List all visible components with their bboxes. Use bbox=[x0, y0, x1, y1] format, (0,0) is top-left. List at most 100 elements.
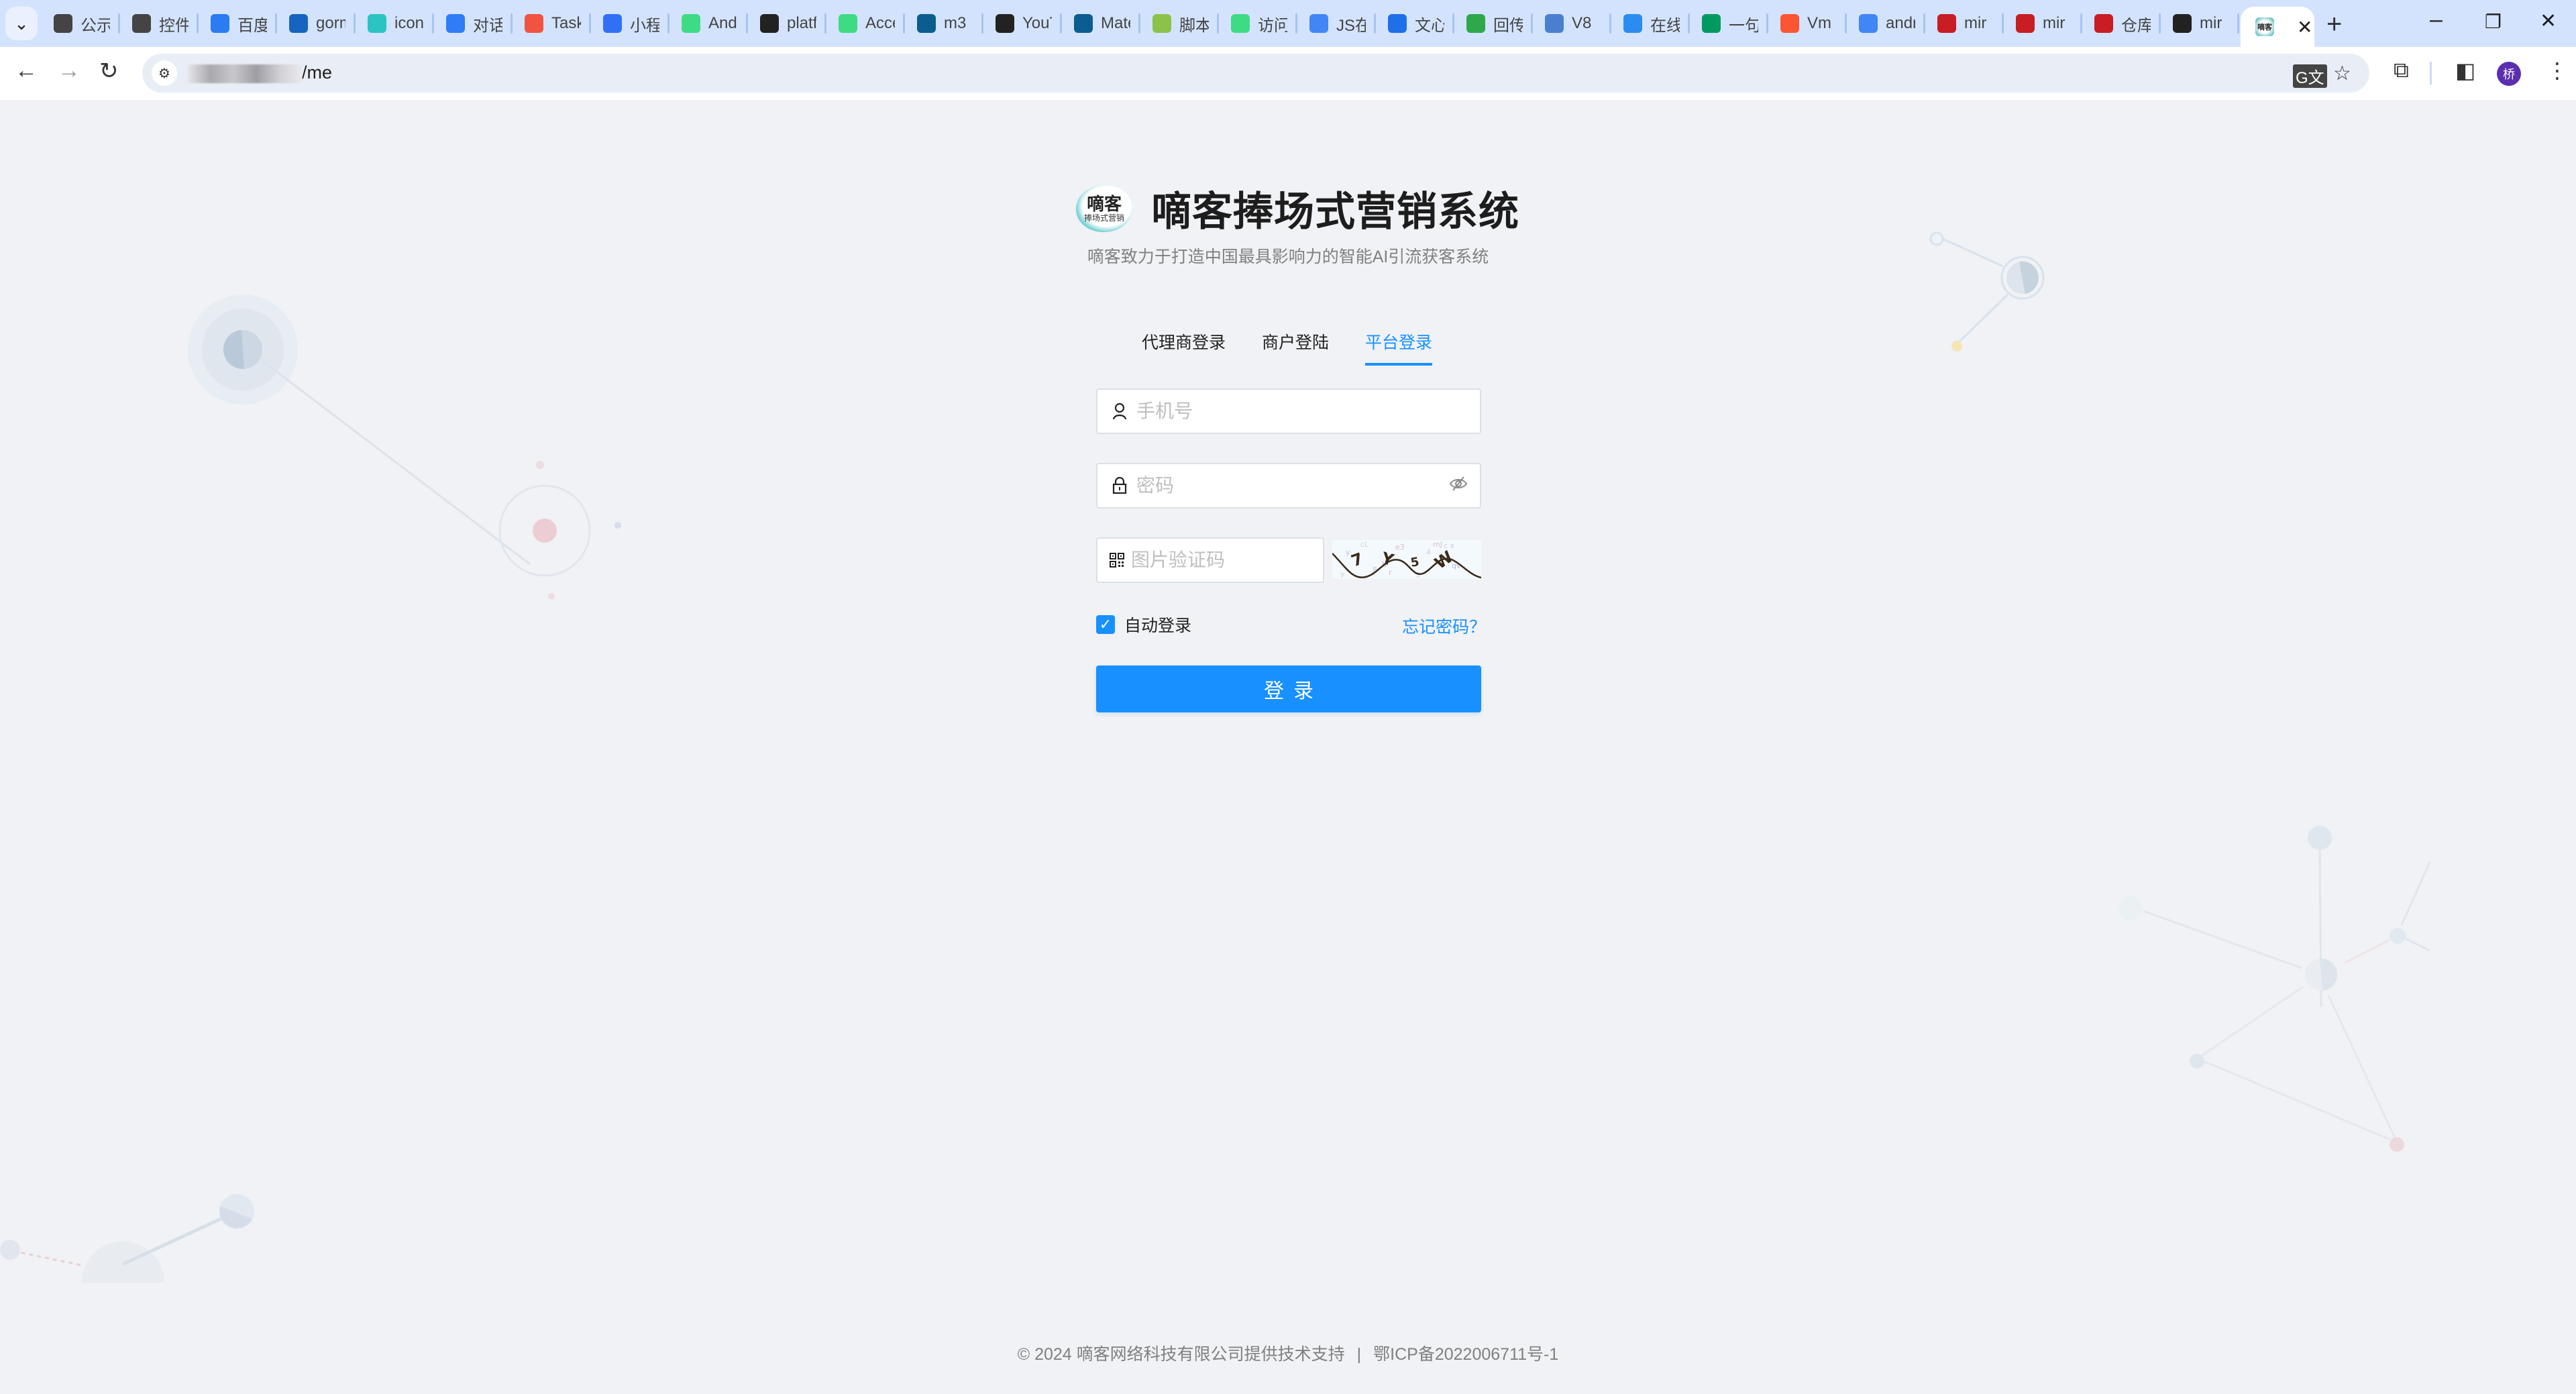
svg-text:cL: cL bbox=[1360, 540, 1369, 549]
doc-icon bbox=[603, 14, 622, 33]
footer-copyright: © 2024 嘀客网络科技有限公司提供技术支持 bbox=[1017, 1345, 1345, 1364]
browser-tab[interactable]: 公示 bbox=[42, 0, 120, 47]
auto-login[interactable]: ✓ 自动登录 bbox=[1096, 612, 1191, 637]
address-bar[interactable]: ⚙ /me G文 ☆ bbox=[142, 54, 2369, 93]
browser-tab[interactable]: 回传 bbox=[1454, 0, 1533, 47]
browser-tab[interactable]: 一句 bbox=[1690, 0, 1768, 47]
browser-tab-title: 百度翻译 bbox=[237, 16, 267, 35]
bookmark-star-icon[interactable]: ☆ bbox=[2333, 62, 2351, 85]
browser-tab[interactable]: YouTube bbox=[983, 0, 1062, 47]
browser-tab[interactable]: Task bbox=[513, 0, 591, 47]
browser-tab-title: Task bbox=[551, 14, 581, 32]
browser-tab[interactable]: Accessibility bbox=[826, 0, 905, 47]
browser-tab-title: mir bbox=[2200, 14, 2222, 32]
qrcode-icon bbox=[1110, 553, 1124, 568]
material-icon bbox=[917, 14, 936, 33]
eye-off-icon[interactable] bbox=[1449, 476, 1468, 496]
browser-tab[interactable]: mir bbox=[2004, 0, 2082, 47]
captcha-field bbox=[1096, 537, 1375, 583]
phone-field bbox=[1096, 388, 1481, 434]
auto-login-label: 自动登录 bbox=[1124, 616, 1192, 635]
captcha-noise: ycL be3 4mJ c xqv yr 58 7 Y 5 W bbox=[1332, 540, 1481, 579]
address-url[interactable]: /me bbox=[188, 62, 332, 83]
restore-button[interactable]: ❐ bbox=[2485, 11, 2502, 33]
forward-button[interactable]: → bbox=[58, 58, 80, 84]
brand-header: 嘀客 捧场式营销 嘀客捧场式营销系统 bbox=[1076, 179, 1519, 237]
browser-tab-title: mir bbox=[1964, 14, 1987, 32]
browser-tab-title: 文心 bbox=[1415, 16, 1444, 35]
captcha-char: 5 bbox=[1409, 555, 1420, 570]
browser-tab[interactable]: V8 bbox=[1533, 0, 1611, 47]
browser-tab[interactable]: 文心 bbox=[1376, 0, 1454, 47]
browser-tab[interactable]: m3 bbox=[905, 0, 983, 47]
footer-icp-link[interactable]: 鄂ICP备2022006711号-1 bbox=[1373, 1345, 1558, 1364]
captcha-image[interactable]: y cL b e3 4 mJ c x qv yr 58 7 Y 5 W bbox=[1332, 540, 1481, 579]
browser-tab[interactable]: mir bbox=[2161, 0, 2239, 47]
browser-tab-title: 控件 bbox=[159, 16, 189, 35]
gitee-icon bbox=[1937, 14, 1956, 33]
new-tab-button[interactable]: + bbox=[2326, 9, 2342, 40]
browser-tab-title: 对话 bbox=[473, 16, 502, 35]
deer-icon bbox=[1466, 14, 1485, 33]
browser-tab[interactable]: 对话 bbox=[434, 0, 513, 47]
browser-tab-title: JS在线 bbox=[1336, 16, 1366, 35]
tab-search-button[interactable]: ⌄ bbox=[5, 7, 38, 40]
android-icon bbox=[839, 14, 857, 33]
dike-logo-icon: 嘀客 bbox=[2255, 17, 2274, 36]
tab-close-button[interactable]: ✕ bbox=[2297, 16, 2312, 38]
browser-tab[interactable]: iconfont bbox=[356, 0, 434, 47]
tab-active[interactable]: 嘀客 ✕ bbox=[2241, 7, 2314, 47]
sf-icon bbox=[1702, 14, 1721, 33]
browser-tab[interactable]: 控件 bbox=[120, 0, 199, 47]
browser-tab[interactable]: 脚本 bbox=[1140, 0, 1219, 47]
profile-avatar[interactable]: 桥 bbox=[2497, 62, 2521, 86]
forgot-password-link[interactable]: 忘记密码？ bbox=[1402, 614, 1486, 638]
phone-input[interactable] bbox=[1135, 400, 1480, 423]
logo-text-secondary: 捧场式营销 bbox=[1083, 213, 1124, 223]
browser-tab-title: 脚本 bbox=[1179, 16, 1209, 35]
browser-tab[interactable]: mir bbox=[1925, 0, 2004, 47]
browser-tab-title: m3 bbox=[944, 14, 967, 32]
browser-tab-title: 访问 bbox=[1258, 16, 1287, 35]
password-input[interactable] bbox=[1135, 474, 1449, 497]
browser-tab-title: 小程序 bbox=[630, 16, 659, 35]
close-window-button[interactable]: ✕ bbox=[2540, 9, 2557, 33]
browser-tab-title: YouTube bbox=[1022, 14, 1052, 32]
footer-separator: | bbox=[1356, 1345, 1362, 1364]
captcha-char: Y bbox=[1379, 548, 1396, 570]
browser-tab[interactable]: platform bbox=[748, 0, 826, 47]
menu-kebab-icon[interactable]: ⋮ bbox=[2546, 58, 2568, 83]
browser-tab[interactable]: Android bbox=[669, 0, 748, 47]
browser-tab[interactable]: gorm bbox=[277, 0, 356, 47]
back-button[interactable]: ← bbox=[15, 58, 38, 84]
browser-tab[interactable]: Vm bbox=[1768, 0, 1847, 47]
auto-login-checkbox[interactable]: ✓ bbox=[1096, 615, 1115, 634]
login-page: 嘀客 捧场式营销 嘀客捧场式营销系统 嘀客致力于打造中国最具影响力的智能AI引流… bbox=[0, 100, 2576, 1394]
browser-tab[interactable]: android bbox=[1847, 0, 1925, 47]
reload-button[interactable]: ↻ bbox=[99, 58, 119, 85]
browser-tab-title: 在线 bbox=[1650, 16, 1680, 35]
side-panel-icon[interactable]: ◧ bbox=[2455, 58, 2475, 83]
browser-tab[interactable]: JS在线 bbox=[1297, 0, 1376, 47]
browser-tab-title: iconfont bbox=[394, 14, 424, 32]
github-icon bbox=[996, 14, 1014, 33]
browser-tab[interactable]: 小程序 bbox=[591, 0, 669, 47]
user-icon bbox=[1110, 403, 1130, 420]
login-button[interactable]: 登录 bbox=[1096, 665, 1481, 712]
browser-tab[interactable]: 访问 bbox=[1219, 0, 1297, 47]
browser-tab[interactable]: Material bbox=[1062, 0, 1140, 47]
browser-tab-title: Material bbox=[1101, 14, 1130, 32]
browser-tab[interactable]: 仓库 bbox=[2082, 0, 2161, 47]
extensions-icon[interactable]: ⧉ bbox=[2394, 58, 2409, 83]
browser-tab[interactable]: 百度翻译 bbox=[199, 0, 277, 47]
login-tab[interactable]: 商户登陆 bbox=[1262, 329, 1329, 366]
login-tab[interactable]: 代理商登录 bbox=[1142, 329, 1226, 366]
browser-tab-title: mir bbox=[2043, 14, 2065, 32]
login-tab[interactable]: 平台登录 bbox=[1365, 329, 1433, 366]
b-icon bbox=[1623, 14, 1642, 33]
svg-text:5: 5 bbox=[1415, 571, 1420, 579]
minimize-button[interactable]: – bbox=[2430, 7, 2443, 33]
site-info-icon[interactable]: ⚙ bbox=[152, 60, 177, 86]
browser-tab[interactable]: 在线 bbox=[1611, 0, 1690, 47]
translate-icon[interactable]: G文 bbox=[2293, 64, 2327, 88]
